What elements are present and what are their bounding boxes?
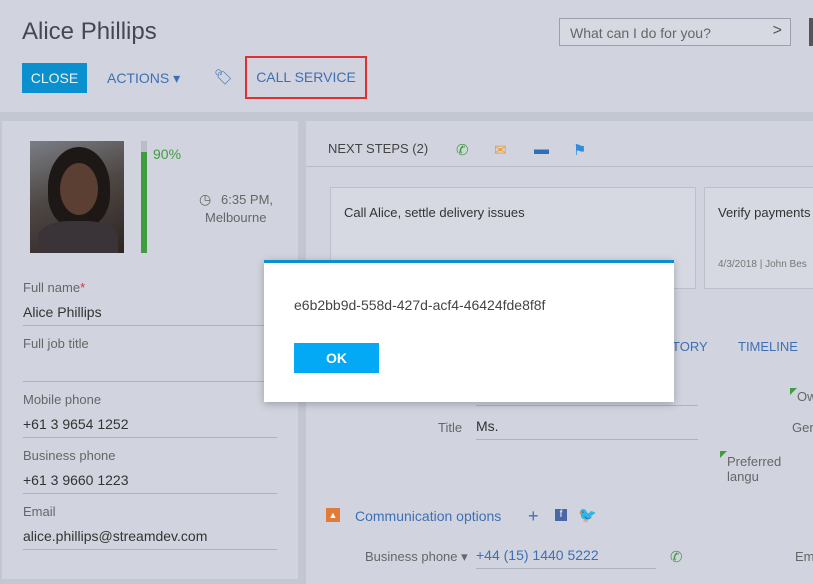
avatar[interactable] <box>30 141 124 253</box>
page-title: Alice Phillips <box>22 18 157 45</box>
tab-history[interactable]: TORY <box>672 339 708 354</box>
next-step-title: Call Alice, settle delivery issues <box>344 205 525 220</box>
facebook-icon[interactable]: f <box>555 509 567 521</box>
next-step-title: Verify payments <box>718 205 811 220</box>
email-field[interactable]: alice.phillips@streamdev.com <box>23 528 277 550</box>
email-label-right: Em <box>795 549 813 564</box>
business-phone-type-select[interactable]: Business phone ▾ <box>365 549 468 565</box>
full-name-label: Full name* <box>23 280 86 295</box>
gender-label: Gen <box>792 420 813 435</box>
corner-marker <box>790 388 797 395</box>
business-phone-field[interactable]: +61 3 9660 1223 <box>23 472 277 494</box>
actions-label: ACTIONS <box>107 70 170 86</box>
actions-button[interactable]: ACTIONS ▾ <box>107 70 180 87</box>
flag-icon[interactable]: ⚑ <box>573 141 586 159</box>
add-icon[interactable]: + <box>528 506 539 527</box>
message-dialog: e6b2bb9d-558d-427d-acf4-46424fde8f8f OK <box>264 260 674 402</box>
business-phone-value[interactable]: +44 (15) 1440 5222 <box>476 547 656 569</box>
phone-icon[interactable]: ✆ <box>670 548 683 566</box>
tab-timeline[interactable]: TIMELINE <box>738 339 798 354</box>
collapse-icon[interactable]: ▲ <box>326 508 340 522</box>
mobile-phone-field[interactable]: +61 3 9654 1252 <box>23 416 277 438</box>
mail-icon[interactable]: ✉ <box>494 141 507 159</box>
chevron-right-icon[interactable]: > <box>773 22 782 40</box>
search-placeholder: What can I do for you? <box>570 25 711 41</box>
call-service-button[interactable]: CALL SERVICE <box>245 56 367 99</box>
next-step-card[interactable]: Verify payments 4/3/2018 | John Bes <box>704 187 813 289</box>
divider <box>306 166 813 167</box>
profile-completeness-fill <box>141 152 147 253</box>
phone-icon[interactable]: ✆ <box>456 141 469 159</box>
caret-down-icon: ▾ <box>173 70 181 86</box>
profile-completeness-bar <box>141 141 147 253</box>
next-steps-tab[interactable]: NEXT STEPS (2) <box>328 141 428 156</box>
title-label: Title <box>438 420 463 435</box>
ok-button[interactable]: OK <box>294 343 379 373</box>
full-name-field[interactable]: Alice Phillips <box>23 304 277 326</box>
job-title-field[interactable] <box>23 360 277 382</box>
next-step-meta: 4/3/2018 | John Bes <box>718 259 807 270</box>
tag-icon[interactable]: 🏷 <box>214 68 233 86</box>
mobile-phone-label: Mobile phone <box>23 392 102 407</box>
business-phone-label: Business phone <box>23 448 116 463</box>
chat-icon[interactable]: ▬ <box>534 141 549 158</box>
city: Melbourne <box>205 210 267 225</box>
twitter-icon[interactable]: 🐦 <box>578 506 597 524</box>
scroll-edge <box>809 18 813 46</box>
email-label: Email <box>23 504 56 519</box>
corner-marker <box>720 451 727 458</box>
local-time: 6:35 PM, <box>221 192 274 207</box>
dialog-message: e6b2bb9d-558d-427d-acf4-46424fde8f8f <box>294 297 546 313</box>
page-header <box>0 0 813 112</box>
close-button[interactable]: CLOSE <box>22 63 87 93</box>
job-title-label: Full job title <box>23 336 89 351</box>
communication-options-title[interactable]: Communication options <box>355 508 501 524</box>
clock-icon: ◷ <box>199 191 212 207</box>
title-field[interactable]: Ms. <box>476 418 698 440</box>
search-input[interactable]: What can I do for you? > <box>559 18 791 46</box>
preferred-language-label: Preferred langu <box>727 454 782 484</box>
owner-label: Ow <box>797 389 813 404</box>
profile-completeness-text: 90% <box>153 146 182 162</box>
